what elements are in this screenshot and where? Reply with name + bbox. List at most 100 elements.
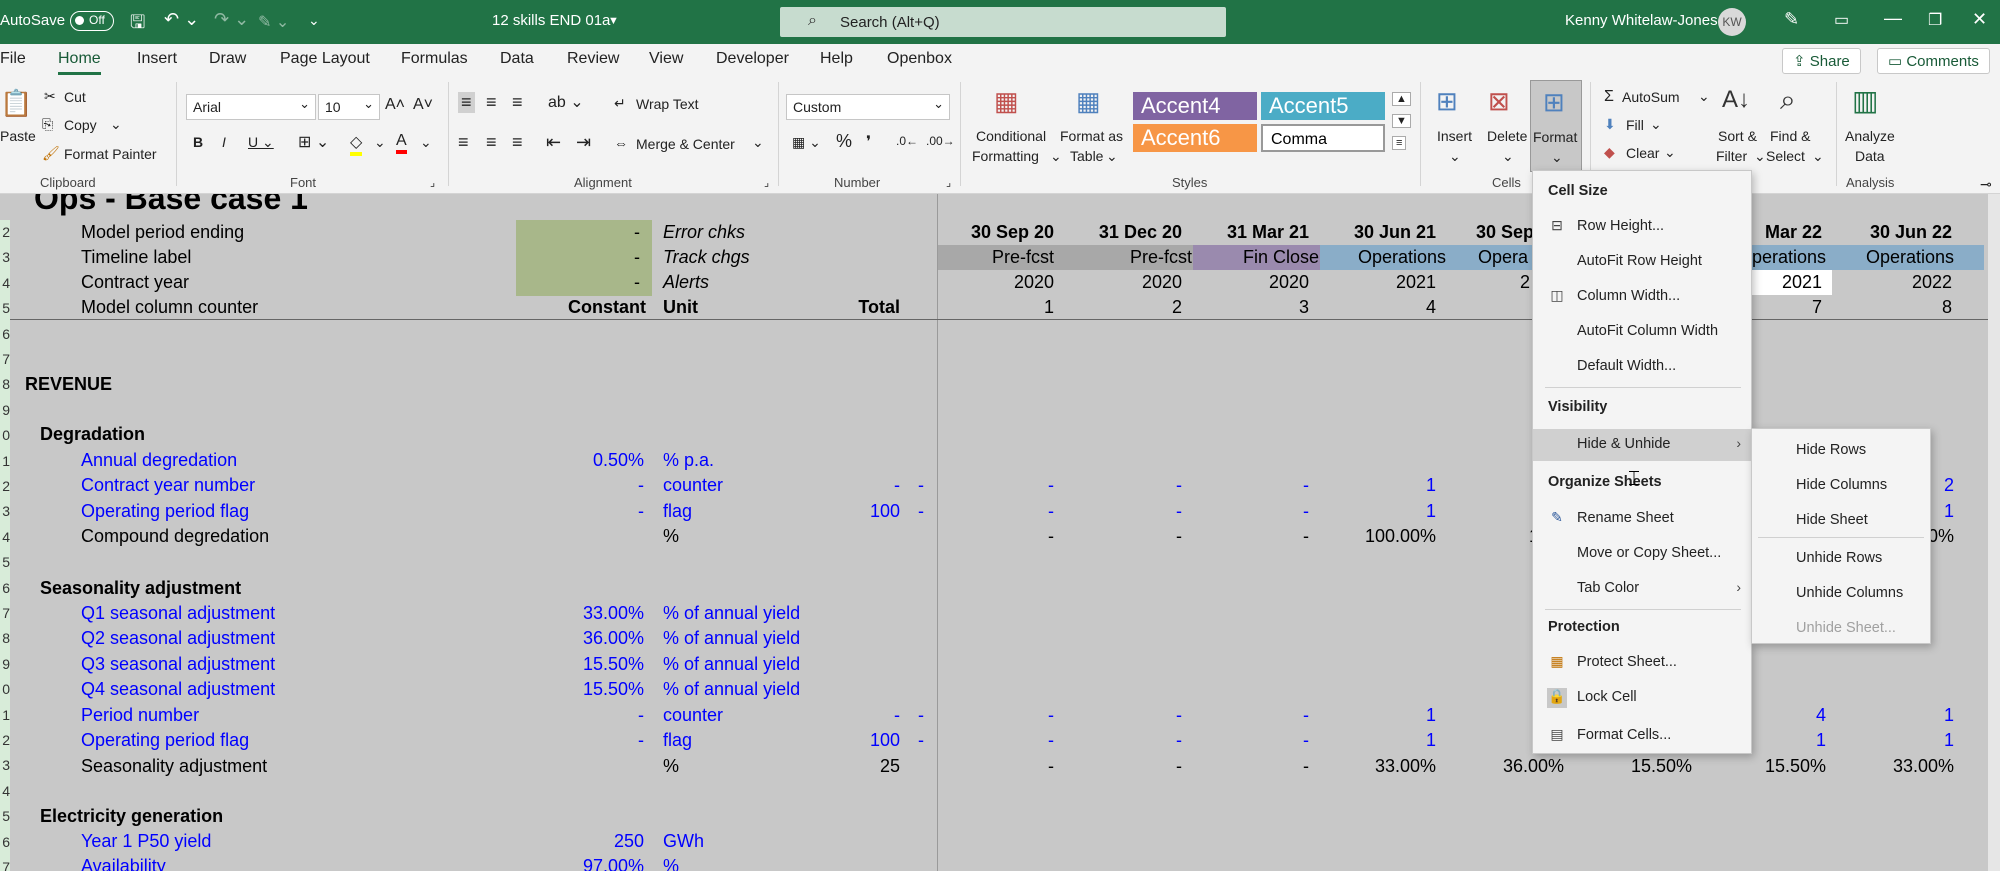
search-box[interactable]: ⌕ Search (Alt+Q) [780,7,1226,37]
orientation-icon[interactable]: ab ⌄ [548,92,584,112]
copy-dropdown-icon[interactable]: ⌄ [110,116,122,133]
row-number[interactable]: 9 [0,651,10,678]
insert-cells-button[interactable]: Insert [1437,128,1472,144]
menu-hide-sheet[interactable]: Hide Sheet [1752,505,1930,537]
copy-button[interactable]: Copy [64,117,97,133]
clear-button[interactable]: Clear [1626,145,1659,161]
conditional-formatting-button[interactable]: Conditional [976,128,1046,144]
align-bottom-icon[interactable]: ≡ [512,92,523,113]
autosum-button[interactable]: AutoSum [1622,89,1680,105]
row-number[interactable]: 6 [0,829,10,855]
style-accent6[interactable]: Accent6 [1133,124,1257,152]
align-right-icon[interactable]: ≡ [512,132,523,153]
align-left-icon[interactable]: ≡ [458,132,469,153]
find-dropdown-icon[interactable]: ⌄ [1812,148,1824,165]
menu-unhide-columns[interactable]: Unhide Columns [1752,578,1930,610]
row-number[interactable]: 0 [0,677,10,703]
tab-review[interactable]: Review [567,50,619,68]
row-number[interactable]: 1 [0,702,10,728]
save-icon[interactable]: 🖫 [130,10,145,40]
paste-icon[interactable]: 📋 [0,88,32,119]
row-number[interactable]: 8 [0,372,10,398]
row-number[interactable]: 0 [0,423,10,449]
sort-dropdown-icon[interactable]: ⌄ [1754,148,1766,165]
font-size-select[interactable]: 10 [318,94,380,120]
format-painter-qat-icon[interactable]: ✎ ⌄ [258,12,289,32]
conditional-formatting-dropdown-icon[interactable]: ⌄ [1050,148,1062,165]
find-select-button[interactable]: Find & [1770,128,1810,144]
minimize-icon[interactable]: — [1884,8,1902,29]
conditional-formatting-icon[interactable]: ▦ [994,86,1019,117]
undo-icon[interactable]: ↶ ⌄ [164,9,199,30]
insert-cells-icon[interactable]: ⊞ [1436,86,1458,117]
row-number[interactable]: 2 [0,474,10,500]
redo-icon[interactable]: ↷ ⌄ [214,9,249,30]
menu-hide-columns[interactable]: Hide Columns [1752,470,1930,502]
row-number[interactable]: 5 [0,550,10,576]
file-name[interactable]: 12 skills END 01a [492,12,610,29]
fill-color-dropdown-icon[interactable]: ⌄ [374,134,386,151]
wrap-text-button[interactable]: Wrap Text [636,96,699,112]
format-as-table-dropdown-icon[interactable]: ⌄ [1106,148,1118,165]
accounting-icon[interactable]: ▦ ⌄ [792,134,821,151]
style-accent5[interactable]: Accent5 [1261,92,1385,120]
tab-view[interactable]: View [649,50,683,68]
font-color-dropdown-icon[interactable]: ⌄ [420,134,432,151]
customize-qat-icon[interactable]: ⌄ [308,12,320,29]
tab-file[interactable]: File [0,50,26,68]
merge-dropdown-icon[interactable]: ⌄ [752,134,764,151]
row-number[interactable]: 4 [0,270,10,297]
decrease-font-icon[interactable]: A˅ [413,96,433,114]
merge-center-icon[interactable]: ⇔ [614,135,628,151]
menu-tab-color[interactable]: Tab Color › [1533,573,1751,605]
autosum-icon[interactable]: Σ [1604,88,1614,106]
row-number[interactable]: 6 [0,321,10,347]
cut-button[interactable]: Cut [64,89,86,105]
analyze-data-icon[interactable]: ▥ [1852,84,1878,117]
styles-scroll-up-icon[interactable]: ▲ [1392,92,1411,106]
menu-format-cells[interactable]: ▤ Format Cells... [1533,720,1751,752]
align-top-icon[interactable]: ≡ [458,92,475,113]
row-number[interactable]: 4 [0,524,10,551]
row-number[interactable]: 9 [0,397,10,424]
menu-autofit-column-width[interactable]: AutoFit Column Width [1533,316,1751,348]
percent-icon[interactable]: % [836,131,852,152]
share-button[interactable]: ⇪ Share [1782,48,1861,74]
row-number[interactable]: 1 [0,448,10,474]
comma-style-icon[interactable]: ❜ [866,132,871,152]
row-number[interactable]: 3 [0,499,10,525]
fill-dropdown-icon[interactable]: ⌄ [1650,116,1662,133]
paste-button[interactable]: Paste [0,128,36,144]
number-format-select[interactable]: Custom [786,94,950,120]
find-select-icon[interactable]: ⌕ [1780,84,1796,117]
fill-button[interactable]: Fill [1626,117,1644,133]
row-number[interactable]: 3 [0,753,10,779]
autosum-dropdown-icon[interactable]: ⌄ [1698,88,1710,105]
decrease-decimal-icon[interactable]: .00→ [926,134,955,148]
menu-hide-unhide[interactable]: Hide & Unhide › [1533,429,1751,461]
sort-filter-icon[interactable]: A↓ [1722,86,1750,114]
ribbon-display-icon[interactable]: ▭ [1834,10,1849,30]
row-number[interactable]: 5 [0,296,10,322]
pin-ribbon-icon[interactable]: ⊸ [1980,176,1992,193]
styles-scroll-down-icon[interactable]: ▼ [1392,114,1411,128]
font-dialog-launcher-icon[interactable]: ⌟ [430,176,435,189]
menu-rename-sheet[interactable]: ✎ Rename Sheet [1533,503,1751,535]
increase-decimal-icon[interactable]: .0← [896,134,918,148]
row-number[interactable]: 6 [0,575,10,601]
delete-dropdown-icon[interactable]: ⌄ [1502,148,1514,165]
wrap-text-icon[interactable]: ↵ [614,95,626,112]
row-number[interactable]: 2 [0,728,10,754]
file-name-dropdown-icon[interactable]: ▼ [608,15,619,27]
restore-icon[interactable]: ❐ [1928,10,1942,30]
borders-icon[interactable]: ⊞ ⌄ [298,132,329,152]
menu-default-width[interactable]: Default Width... [1533,351,1751,383]
tab-help[interactable]: Help [820,50,853,68]
fill-icon[interactable]: ⬇ [1604,116,1616,133]
analyze-data-button[interactable]: Analyze [1845,128,1895,144]
tab-data[interactable]: Data [500,50,534,68]
align-middle-icon[interactable]: ≡ [486,92,497,113]
vertical-scrollbar[interactable] [1988,194,2000,871]
sort-filter-button[interactable]: Sort & [1718,128,1757,144]
row-number[interactable]: 7 [0,347,10,373]
